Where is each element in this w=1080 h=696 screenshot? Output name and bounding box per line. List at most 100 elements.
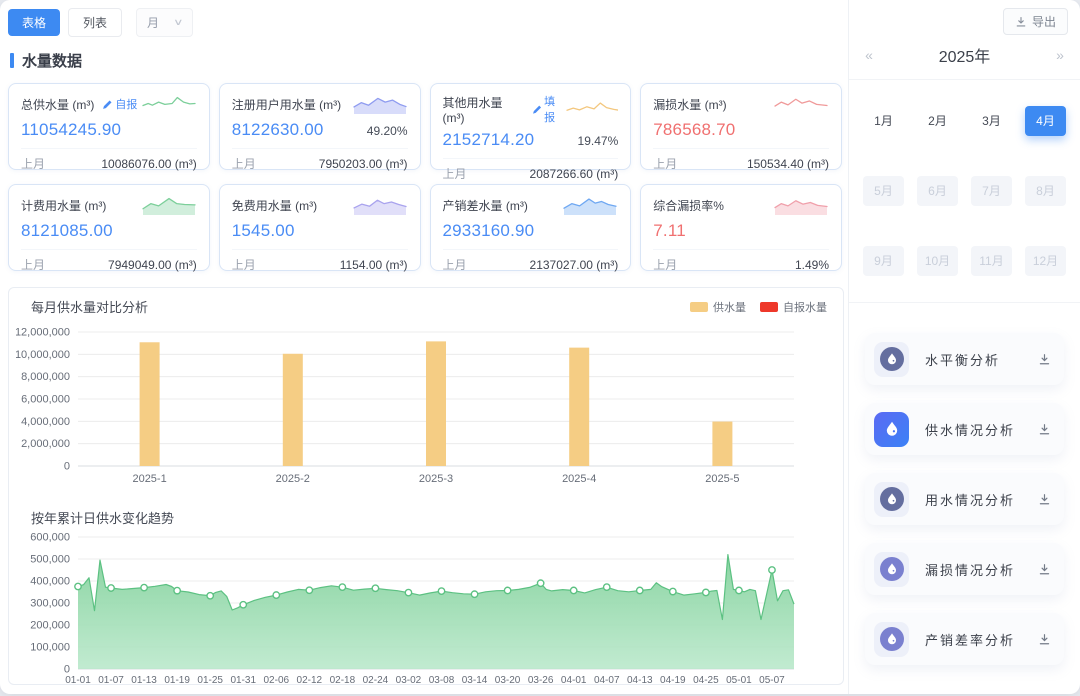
download-icon bbox=[1015, 16, 1027, 28]
main-area: 表格 列表 月 ∨ 水量数据 总供水量 (m³) 自报 bbox=[0, 0, 848, 694]
svg-text:200,000: 200,000 bbox=[30, 620, 70, 632]
section-accent-bar bbox=[10, 53, 14, 68]
year-navigator: « 2025年 » bbox=[849, 39, 1080, 80]
prev-month-value: 150534.40 (m³) bbox=[747, 157, 829, 171]
svg-text:01-19: 01-19 bbox=[164, 675, 190, 686]
stat-card-leakage: 漏损水量 (m³) 786568.70 上月 150534.40 (m³) bbox=[640, 83, 842, 170]
card-percent: 19.47% bbox=[578, 134, 619, 148]
analysis-item-supply-situation[interactable]: 供水情况分析 bbox=[865, 403, 1064, 455]
prev-month-value: 2137027.00 (m³) bbox=[530, 258, 619, 272]
period-select-value: 月 bbox=[147, 14, 159, 31]
export-button[interactable]: 导出 bbox=[1003, 8, 1068, 35]
card-value: 2152714.20 bbox=[443, 130, 535, 150]
month-mar[interactable]: 3月 bbox=[971, 106, 1012, 136]
month-aug: 8月 bbox=[1025, 176, 1066, 206]
svg-text:03-14: 03-14 bbox=[462, 675, 488, 686]
sparkline-chart bbox=[141, 93, 197, 115]
svg-text:500,000: 500,000 bbox=[30, 554, 70, 566]
sparkline-chart bbox=[773, 194, 829, 216]
svg-text:04-13: 04-13 bbox=[627, 675, 653, 686]
area-chart-title: 按年累计日供水变化趋势 bbox=[15, 500, 837, 527]
card-value: 8121085.00 bbox=[21, 221, 113, 241]
card-title: 注册用户用水量 (m³) bbox=[232, 96, 341, 113]
water-drop-icon bbox=[874, 412, 909, 447]
side-panel: 导出 « 2025年 » 1月 2月 3月 4月 5月 6月 7月 8月 9月 … bbox=[848, 0, 1080, 694]
svg-text:02-18: 02-18 bbox=[330, 675, 356, 686]
svg-text:2025-2: 2025-2 bbox=[276, 473, 310, 485]
analysis-item-water-balance[interactable]: 水平衡分析 bbox=[865, 333, 1064, 385]
sparkline-chart bbox=[352, 93, 408, 115]
water-drop-icon bbox=[874, 342, 909, 377]
svg-text:03-26: 03-26 bbox=[528, 675, 554, 686]
month-jun: 6月 bbox=[917, 176, 958, 206]
prev-year-button[interactable]: « bbox=[859, 47, 879, 63]
stat-card-leakage-rate: 综合漏损率% 7.11 上月 1.49% bbox=[640, 184, 842, 271]
fill-report-link[interactable]: 填报 bbox=[532, 93, 565, 125]
charts-panel: 每月供水量对比分析 供水量 自报水量 02,000,0004,000,0006,… bbox=[8, 287, 844, 685]
stat-card-grid: 总供水量 (m³) 自报 11054245.90 上月 10086076.00 … bbox=[8, 83, 842, 271]
svg-text:01-31: 01-31 bbox=[230, 675, 256, 686]
legend-swatch-supply bbox=[690, 302, 708, 312]
prev-month-label: 上月 bbox=[232, 155, 256, 172]
year-label: 2025年 bbox=[879, 43, 1050, 67]
svg-text:03-02: 03-02 bbox=[396, 675, 422, 686]
bar-chart-title: 每月供水量对比分析 bbox=[31, 297, 148, 316]
download-icon[interactable] bbox=[1038, 493, 1051, 506]
svg-text:8,000,000: 8,000,000 bbox=[21, 371, 70, 383]
svg-text:03-20: 03-20 bbox=[495, 675, 521, 686]
sparkline-chart bbox=[565, 98, 618, 120]
card-value: 8122630.00 bbox=[232, 120, 324, 140]
svg-text:400,000: 400,000 bbox=[30, 576, 70, 588]
water-drop-icon bbox=[874, 622, 909, 657]
stat-card-other-usage: 其他用水量 (m³) 填报 2152714.20 19.47% 上月 20872… bbox=[430, 83, 632, 170]
svg-text:02-24: 02-24 bbox=[363, 675, 389, 686]
card-value: 11054245.90 bbox=[21, 120, 121, 140]
download-icon[interactable] bbox=[1038, 353, 1051, 366]
svg-text:10,000,000: 10,000,000 bbox=[16, 349, 70, 361]
month-feb[interactable]: 2月 bbox=[917, 106, 958, 136]
svg-text:100,000: 100,000 bbox=[30, 642, 70, 654]
next-year-button[interactable]: » bbox=[1050, 47, 1070, 63]
svg-text:2025-5: 2025-5 bbox=[705, 473, 739, 485]
card-title: 总供水量 (m³) bbox=[21, 96, 94, 113]
card-title: 免费用水量 (m³) bbox=[232, 197, 317, 214]
prev-month-label: 上月 bbox=[21, 256, 45, 273]
card-title: 综合漏损率% bbox=[653, 197, 724, 214]
tab-table[interactable]: 表格 bbox=[8, 9, 60, 36]
legend-item-supply[interactable]: 供水量 bbox=[690, 299, 746, 315]
download-icon[interactable] bbox=[1038, 563, 1051, 576]
card-title: 其他用水量 (m³) bbox=[443, 94, 524, 125]
month-oct: 10月 bbox=[917, 246, 958, 276]
period-select[interactable]: 月 ∨ bbox=[136, 8, 193, 37]
svg-text:2025-1: 2025-1 bbox=[132, 473, 166, 485]
analysis-item-usage-situation[interactable]: 用水情况分析 bbox=[865, 473, 1064, 525]
prev-month-value: 10086076.00 (m³) bbox=[101, 157, 196, 171]
analysis-item-leakage-situation[interactable]: 漏损情况分析 bbox=[865, 543, 1064, 595]
svg-text:600,000: 600,000 bbox=[30, 532, 70, 544]
prev-month-value: 7949049.00 (m³) bbox=[108, 258, 197, 272]
prev-month-value: 1154.00 (m³) bbox=[340, 258, 408, 272]
svg-text:04-19: 04-19 bbox=[660, 675, 686, 686]
self-report-link[interactable]: 自报 bbox=[102, 96, 137, 112]
analysis-item-nrw-rate[interactable]: 产销差率分析 bbox=[865, 613, 1064, 665]
stat-card-registered-usage: 注册用户用水量 (m³) 8122630.00 49.20% 上月 795020… bbox=[219, 83, 421, 170]
card-title: 计费用水量 (m³) bbox=[21, 197, 106, 214]
daily-supply-area-chart: 0100,000200,000300,000400,000500,000600,… bbox=[16, 529, 836, 694]
month-jan[interactable]: 1月 bbox=[863, 106, 904, 136]
svg-text:04-25: 04-25 bbox=[693, 675, 719, 686]
download-icon[interactable] bbox=[1038, 423, 1051, 436]
month-apr[interactable]: 4月 bbox=[1025, 106, 1066, 136]
svg-text:0: 0 bbox=[64, 461, 70, 473]
prev-month-label: 上月 bbox=[21, 155, 45, 172]
chevron-down-icon: ∨ bbox=[173, 17, 184, 28]
prev-month-value: 2087266.60 (m³) bbox=[530, 167, 619, 181]
month-grid: 1月 2月 3月 4月 5月 6月 7月 8月 9月 10月 11月 12月 bbox=[849, 80, 1080, 303]
tab-list[interactable]: 列表 bbox=[68, 8, 122, 37]
svg-text:02-06: 02-06 bbox=[263, 675, 289, 686]
legend-item-selfreport[interactable]: 自报水量 bbox=[760, 299, 827, 315]
svg-text:01-07: 01-07 bbox=[98, 675, 124, 686]
dashboard-window: 表格 列表 月 ∨ 水量数据 总供水量 (m³) 自报 bbox=[0, 0, 1080, 694]
page-title: 水量数据 bbox=[22, 50, 82, 71]
download-icon[interactable] bbox=[1038, 633, 1051, 646]
water-drop-icon bbox=[874, 482, 909, 517]
